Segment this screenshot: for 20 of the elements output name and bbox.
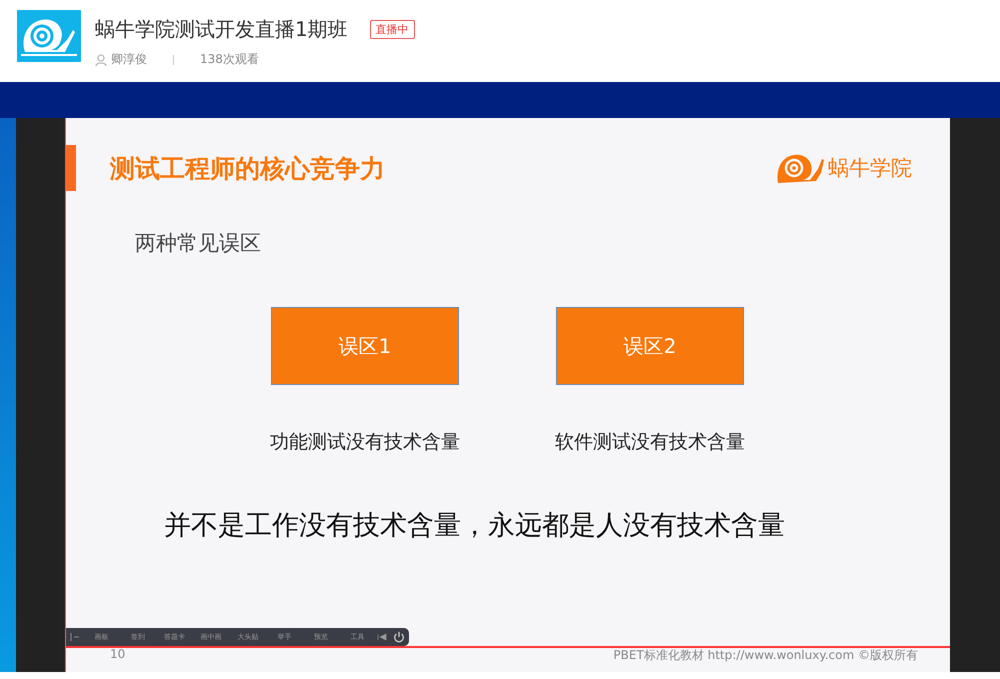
author-name[interactable]: 卿淳俊	[111, 51, 147, 68]
slide-subtitle: 两种常见误区	[135, 230, 262, 257]
slide-footer: PBET标准化教材 http://www.wonluxy.com ©版权所有	[613, 647, 918, 664]
title-accent-bar	[66, 145, 76, 191]
conclusion-text: 并不是工作没有技术含量，永远都是人没有技术含量	[164, 509, 786, 543]
myth-box: 误区1	[271, 307, 459, 385]
page-number: 10	[110, 647, 126, 663]
play-icon[interactable]	[377, 633, 387, 641]
course-title: 蜗牛学院测试开发直播1期班	[95, 16, 348, 43]
live-badge: 直播中	[370, 20, 415, 39]
logo-text: 蜗牛学院	[828, 155, 912, 182]
myth-box: 误区2	[556, 307, 744, 385]
user-icon	[95, 54, 107, 66]
view-count: 138次观看	[200, 51, 259, 68]
myth-caption: 功能测试没有技术含量	[270, 430, 460, 455]
snail-logo-icon	[17, 10, 81, 62]
collapse-icon[interactable]	[70, 633, 82, 641]
power-icon[interactable]	[393, 631, 405, 643]
slide-title: 测试工程师的核心竞争力	[110, 152, 385, 184]
myth-caption: 软件测试没有技术含量	[555, 430, 745, 455]
